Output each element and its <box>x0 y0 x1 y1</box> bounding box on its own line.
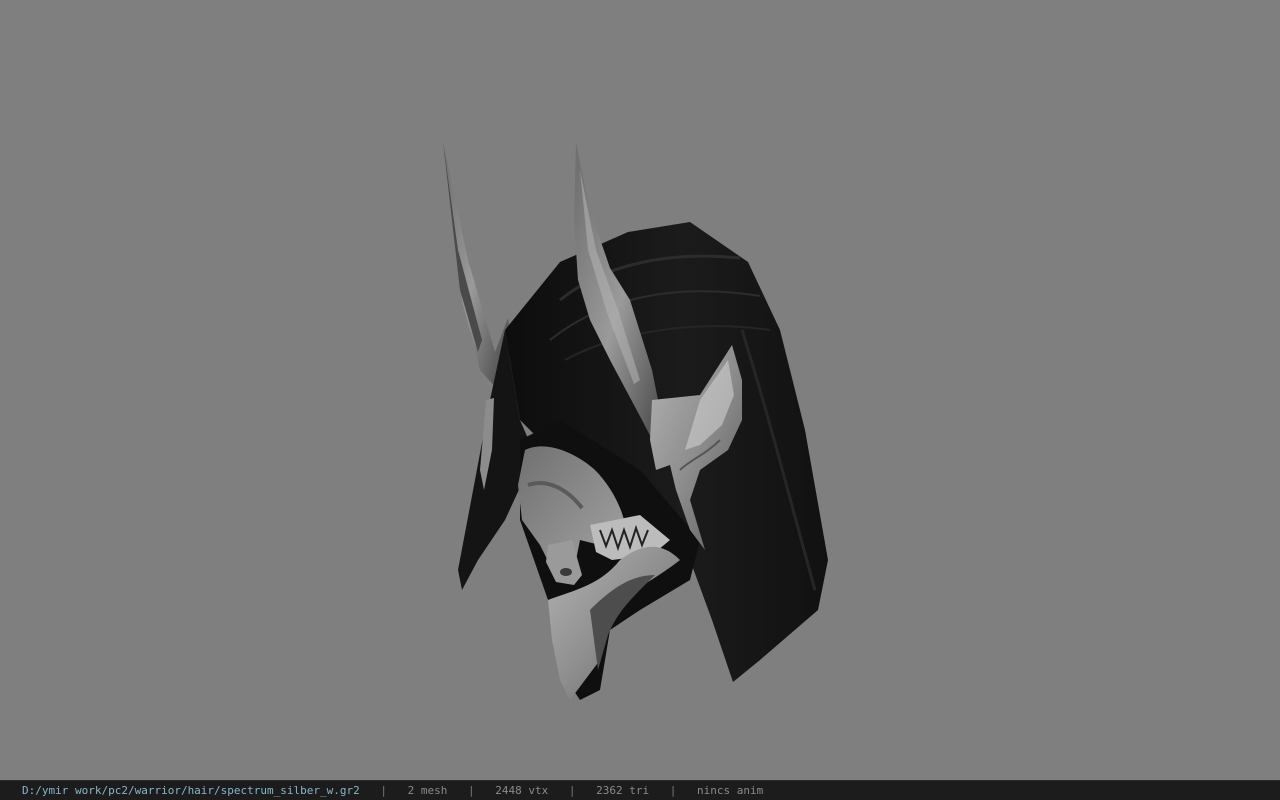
status-bar: D:/ymir work/pc2/warrior/hair/spectrum_s… <box>0 780 1280 800</box>
mesh-count: 2 mesh <box>407 784 448 797</box>
separator: | <box>468 784 475 797</box>
vertex-count: 2448 vtx <box>495 784 549 797</box>
separator: | <box>568 784 576 797</box>
file-path: D:/ymir work/pc2/warrior/hair/spectrum_s… <box>22 784 360 797</box>
3d-viewport[interactable] <box>0 0 1280 780</box>
helmet-model[interactable] <box>0 0 1280 780</box>
nostril <box>560 568 572 576</box>
animation-status: nincs anim <box>696 784 764 797</box>
separator: | <box>669 784 677 797</box>
triangle-count: 2362 tri <box>596 784 650 797</box>
separator: | <box>380 784 388 797</box>
